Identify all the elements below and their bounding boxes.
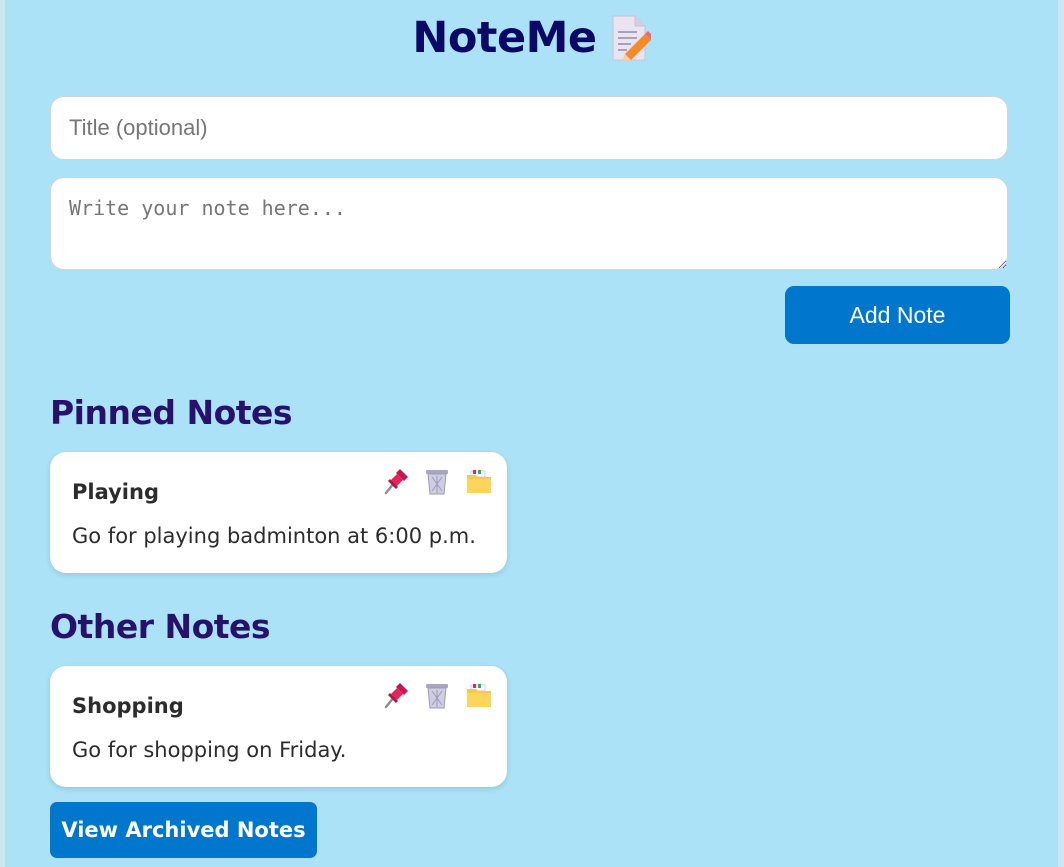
trash-icon[interactable] (423, 680, 451, 710)
note-actions (381, 466, 493, 496)
app-container: NoteMe Add Note Pinned Notes Playing Go … (5, 0, 1058, 867)
archive-folder-icon[interactable] (465, 680, 493, 710)
note-title: Shopping (72, 694, 184, 718)
other-notes-heading: Other Notes (50, 607, 271, 646)
header: NoteMe (5, 8, 1058, 68)
title-input[interactable] (50, 96, 1008, 160)
archive-folder-icon[interactable] (465, 466, 493, 496)
note-content: Go for shopping on Friday. (72, 738, 347, 762)
memo-icon (609, 14, 654, 62)
trash-icon[interactable] (423, 466, 451, 496)
note-textarea[interactable] (50, 177, 1008, 270)
pin-icon[interactable] (381, 680, 409, 710)
view-archived-notes-button[interactable]: View Archived Notes (50, 802, 317, 858)
note-card: Shopping Go for shopping on Friday. (50, 666, 507, 787)
note-content: Go for playing badminton at 6:00 p.m. (72, 524, 476, 548)
pin-icon[interactable] (381, 466, 409, 496)
pinned-notes-heading: Pinned Notes (50, 393, 293, 432)
note-title: Playing (72, 480, 159, 504)
app-title: NoteMe (412, 13, 597, 63)
add-note-button[interactable]: Add Note (785, 286, 1010, 344)
note-actions (381, 680, 493, 710)
note-card: Playing Go for playing badminton at 6:00… (50, 452, 507, 573)
